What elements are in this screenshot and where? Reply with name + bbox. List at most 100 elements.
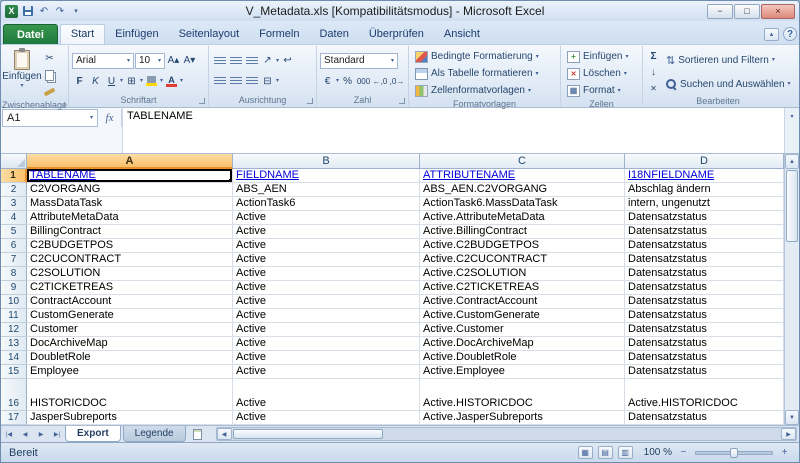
increase-decimal-button[interactable]: ←,0 <box>372 73 388 89</box>
borders-button[interactable]: ⊞ <box>124 73 139 89</box>
scrollbar-thumb[interactable] <box>786 170 798 242</box>
row-header-6[interactable]: 6 <box>1 239 27 253</box>
undo-button[interactable]: ↶ <box>37 4 51 18</box>
format-painter-button[interactable] <box>42 84 57 100</box>
cell-B15[interactable]: Active <box>233 365 420 379</box>
cell-C16[interactable]: Active.HISTORICDOC <box>420 397 625 411</box>
insert-function-button[interactable]: fx <box>98 109 122 127</box>
orientation-button[interactable]: ↗ <box>260 53 275 69</box>
insert-cells-button[interactable]: + Einfügen ▾ <box>564 48 639 65</box>
cell-A9[interactable]: C2TICKETREAS <box>27 281 233 295</box>
cell-C9[interactable]: Active.C2TICKETREAS <box>420 281 625 295</box>
scrollbar-track[interactable] <box>232 428 781 440</box>
cell-A7[interactable]: C2CUCONTRACT <box>27 253 233 267</box>
bold-button[interactable]: F <box>72 73 87 89</box>
insert-worksheet-button[interactable] <box>188 426 208 442</box>
cell-D17[interactable]: Datensatzstatus <box>625 411 784 425</box>
cell-A13[interactable]: DocArchiveMap <box>27 337 233 351</box>
cell-C4[interactable]: Active.AttributeMetaData <box>420 211 625 225</box>
normal-view-button[interactable]: ▦ <box>578 446 593 459</box>
cell-D14[interactable]: Datensatzstatus <box>625 351 784 365</box>
cell-D9[interactable]: Datensatzstatus <box>625 281 784 295</box>
scroll-left-button[interactable]: ◀ <box>217 428 232 440</box>
last-sheet-button[interactable]: ▶| <box>49 426 65 442</box>
cell-C11[interactable]: Active.CustomGenerate <box>420 309 625 323</box>
cell-B10[interactable]: Active <box>233 295 420 309</box>
redo-button[interactable]: ↷ <box>53 4 67 18</box>
cell-C10[interactable]: Active.ContractAccount <box>420 295 625 309</box>
cell-C12[interactable]: Active.Customer <box>420 323 625 337</box>
row-header-5[interactable]: 5 <box>1 225 27 239</box>
thousands-format-button[interactable]: 000 <box>356 73 371 89</box>
scroll-right-button[interactable]: ▶ <box>781 428 796 440</box>
title-bar[interactable]: X ↶ ↷ ▾ V_Metadata.xls [Kompatibilitätsm… <box>1 1 799 21</box>
file-tab[interactable]: Datei <box>3 24 58 44</box>
number-format-select[interactable]: Standard▾ <box>320 53 398 69</box>
cell-A14[interactable]: DoubletRole <box>27 351 233 365</box>
cell-B4[interactable]: Active <box>233 211 420 225</box>
paste-button[interactable]: Einfügen ▾ <box>4 48 40 100</box>
save-button[interactable] <box>21 4 35 18</box>
cell-A4[interactable]: AttributeMetaData <box>27 211 233 225</box>
cell-B13[interactable]: Active <box>233 337 420 351</box>
align-bottom-button[interactable] <box>244 53 259 69</box>
zoom-out-button[interactable]: − <box>677 447 690 458</box>
decrease-decimal-button[interactable]: ,0→ <box>389 73 405 89</box>
column-header-d[interactable]: D <box>625 154 784 169</box>
font-color-button[interactable]: A <box>164 73 179 89</box>
row-header-7[interactable]: 7 <box>1 253 27 267</box>
cell-A12[interactable]: Customer <box>27 323 233 337</box>
cell-A10[interactable]: ContractAccount <box>27 295 233 309</box>
cell-B6[interactable]: Active <box>233 239 420 253</box>
row-header-4[interactable]: 4 <box>1 211 27 225</box>
row-header-17[interactable]: 17 <box>1 411 27 425</box>
cell-C15[interactable]: Active.Employee <box>420 365 625 379</box>
previous-sheet-button[interactable]: ◀ <box>17 426 33 442</box>
grow-font-button[interactable]: A▴ <box>166 53 181 69</box>
scroll-down-button[interactable]: ▼ <box>785 410 799 425</box>
percent-format-button[interactable]: % <box>340 73 355 89</box>
cell-D7[interactable]: Datensatzstatus <box>625 253 784 267</box>
cell-A15[interactable]: Employee <box>27 365 233 379</box>
cell-A17[interactable]: JasperSubreports <box>27 411 233 425</box>
vertical-scrollbar[interactable]: ▲ ▼ <box>784 154 799 425</box>
sort-filter-button[interactable]: ⇅ Sortieren und Filtern ▾ <box>663 52 794 69</box>
merge-center-button[interactable]: ⊟ <box>260 73 275 89</box>
cell-A2[interactable]: C2VORGANG <box>27 183 233 197</box>
row-header-12[interactable]: 12 <box>1 323 27 337</box>
cell-D1[interactable]: I18NFIELDNAME <box>625 169 784 183</box>
underline-button[interactable]: U <box>104 73 119 89</box>
first-sheet-button[interactable]: |◀ <box>1 426 17 442</box>
zoom-in-button[interactable]: + <box>778 447 791 458</box>
fill-button[interactable]: ↓ <box>646 64 661 80</box>
cell-B16[interactable]: Active <box>233 397 420 411</box>
cell-D10[interactable]: Datensatzstatus <box>625 295 784 309</box>
cell-B3[interactable]: ActionTask6 <box>233 197 420 211</box>
cell-B8[interactable]: Active <box>233 267 420 281</box>
scrollbar-thumb[interactable] <box>233 429 383 439</box>
cell-A3[interactable]: MassDataTask <box>27 197 233 211</box>
font-size-select[interactable]: 10▾ <box>135 53 165 69</box>
currency-format-button[interactable]: € <box>320 73 335 89</box>
scroll-up-button[interactable]: ▲ <box>785 154 799 169</box>
font-name-select[interactable]: Arial▾ <box>72 53 134 69</box>
cell-A5[interactable]: BillingContract <box>27 225 233 239</box>
cell-B14[interactable]: Active <box>233 351 420 365</box>
column-header-b[interactable]: B <box>233 154 420 169</box>
cell-styles-button[interactable]: Zellenformatvorlagen ▾ <box>412 82 557 99</box>
cell-B7[interactable]: Active <box>233 253 420 267</box>
cell-B17[interactable]: Active <box>233 411 420 425</box>
minimize-ribbon-button[interactable]: ▴ <box>764 28 779 41</box>
formula-input[interactable]: TABLENAME <box>122 108 784 153</box>
sheet-tab-export[interactable]: Export <box>65 426 121 442</box>
align-top-button[interactable] <box>212 53 227 69</box>
cell-D3[interactable]: intern, ungenutzt <box>625 197 784 211</box>
tab-start[interactable]: Start <box>60 24 105 45</box>
tab-einfügen[interactable]: Einfügen <box>105 24 168 44</box>
cell-B12[interactable]: Active <box>233 323 420 337</box>
clear-button[interactable]: ✕ <box>646 80 661 96</box>
delete-cells-button[interactable]: ✕ Löschen ▾ <box>564 65 639 82</box>
horizontal-scrollbar[interactable]: ◀ ▶ <box>216 427 797 441</box>
page-layout-view-button[interactable]: ▤ <box>598 446 613 459</box>
row-header-10[interactable]: 10 <box>1 295 27 309</box>
